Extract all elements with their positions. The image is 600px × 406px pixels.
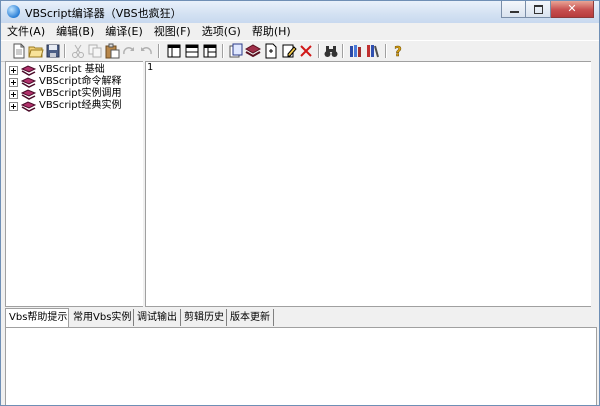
line-number: 1 [147, 62, 154, 73]
menu-view[interactable]: 视图(F) [148, 23, 196, 40]
maximize-button[interactable] [526, 1, 551, 18]
tab-vbs-help[interactable]: Vbs帮助提示 [5, 308, 69, 327]
tree-item-label: VBScript实例调用 [39, 88, 122, 99]
tree-item[interactable]: VBScript命令解释 [9, 76, 122, 88]
cut-icon[interactable] [70, 43, 86, 59]
svg-text:?: ? [394, 45, 402, 59]
close-icon: ✕ [567, 2, 577, 15]
tab-clip-history[interactable]: 剪辑历史 [181, 309, 227, 326]
tree-item-label: VBScript命令解释 [39, 76, 122, 87]
layout-1-icon[interactable] [166, 43, 182, 59]
menu-file[interactable]: 文件(A) [1, 23, 50, 40]
bookmarks-icon[interactable] [365, 43, 381, 59]
menu-options[interactable]: 选项(G) [196, 23, 246, 40]
menu-bar: 文件(A) 编辑(B) 编译(E) 视图(F) 选项(G) 帮助(H) [1, 23, 599, 40]
bottom-tabs: Vbs帮助提示 常用Vbs实例 调试输出 剪辑历史 版本更新 [5, 308, 595, 327]
minimize-icon [510, 11, 519, 13]
expand-icon[interactable] [9, 101, 18, 111]
right-edge-bar [591, 61, 599, 307]
tab-debug-output[interactable]: 调试输出 [134, 309, 181, 326]
tree-item[interactable]: VBScript经典实例 [9, 100, 122, 112]
toolbar: ? [1, 40, 599, 62]
menu-compile[interactable]: 编译(E) [99, 23, 148, 40]
tree-pane: VBScript 基础 VBScript命令解释 VBScript实例调用 VB… [5, 61, 144, 307]
expand-icon[interactable] [9, 77, 18, 87]
close-button[interactable]: ✕ [551, 1, 594, 18]
book-icon [21, 76, 36, 88]
app-window: VBScript编译器（VBS也疯狂） ✕ 文件(A) 编辑(B) 编译(E) … [0, 0, 600, 406]
book-icon [21, 100, 36, 112]
app-icon [7, 5, 20, 18]
book-copy-icon[interactable] [228, 43, 244, 59]
toolbar-separator [158, 44, 160, 58]
toolbar-separator [222, 44, 224, 58]
toolbar-separator [318, 44, 320, 58]
tree-item[interactable]: VBScript 基础 [9, 64, 105, 76]
tab-version-update[interactable]: 版本更新 [227, 309, 274, 326]
help-output-pane[interactable] [5, 327, 597, 405]
toolbar-separator [342, 44, 344, 58]
help-icon[interactable]: ? [390, 43, 406, 59]
delete-icon[interactable] [298, 43, 314, 59]
save-icon[interactable] [45, 43, 61, 59]
redo-icon[interactable] [121, 43, 137, 59]
expand-icon[interactable] [9, 89, 18, 99]
window-title: VBScript编译器（VBS也疯狂） [25, 7, 182, 20]
undo-icon[interactable] [138, 43, 154, 59]
open-folder-icon[interactable] [28, 43, 44, 59]
title-bar[interactable]: VBScript编译器（VBS也疯狂） ✕ [1, 1, 599, 23]
tree-item-label: VBScript 基础 [39, 64, 105, 75]
paste-icon[interactable] [104, 43, 120, 59]
tree-item-label: VBScript经典实例 [39, 100, 122, 111]
maximize-icon [534, 5, 543, 14]
expand-icon[interactable] [9, 65, 18, 75]
book-icon [21, 64, 36, 76]
toolbar-separator [385, 44, 387, 58]
tree-item[interactable]: VBScript实例调用 [9, 88, 122, 100]
tab-common-examples[interactable]: 常用Vbs实例 [70, 309, 134, 326]
library-icon[interactable] [348, 43, 364, 59]
minimize-button[interactable] [501, 1, 526, 18]
window-controls: ✕ [501, 1, 594, 18]
new-doc-icon[interactable] [263, 43, 279, 59]
layout-2-icon[interactable] [184, 43, 200, 59]
find-binoculars-icon[interactable] [323, 43, 339, 59]
edit-doc-icon[interactable] [281, 43, 297, 59]
code-editor[interactable]: 1 [145, 61, 592, 307]
new-file-icon[interactable] [11, 43, 27, 59]
toolbar-separator [64, 44, 66, 58]
layout-3-icon[interactable] [202, 43, 218, 59]
copy-icon[interactable] [87, 43, 103, 59]
menu-edit[interactable]: 编辑(B) [50, 23, 99, 40]
menu-help[interactable]: 帮助(H) [246, 23, 296, 40]
books-icon[interactable] [245, 43, 261, 59]
book-icon [21, 88, 36, 100]
